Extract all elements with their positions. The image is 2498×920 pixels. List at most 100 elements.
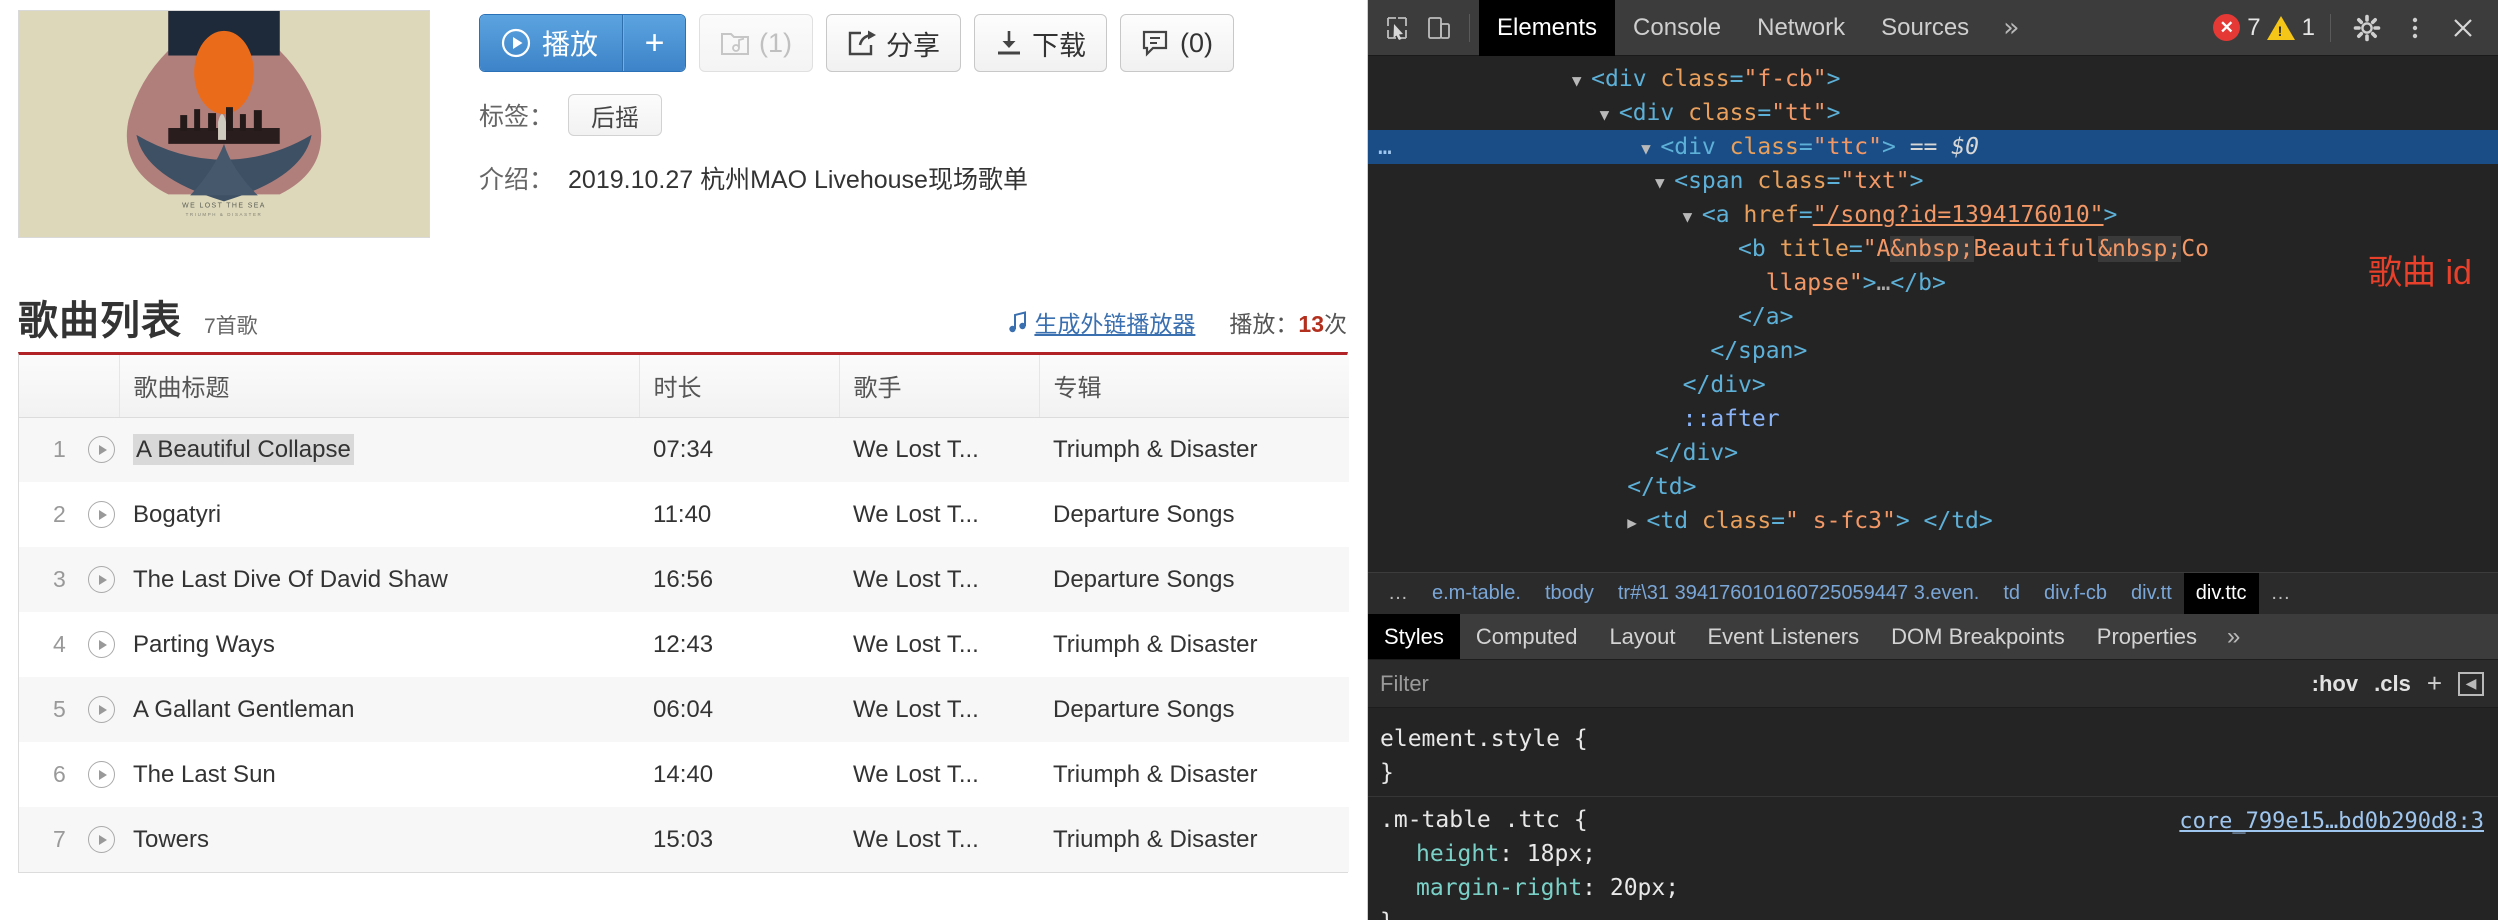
warning-count-badge[interactable]: 1 bbox=[2266, 14, 2315, 42]
inspect-element-icon[interactable] bbox=[1376, 7, 1418, 49]
song-title-cell[interactable]: Towers bbox=[119, 807, 639, 872]
table-row[interactable]: 7 Towers 15:03 We Lost T... Triumph & Disast… bbox=[19, 807, 1349, 872]
new-style-rule-icon[interactable]: + bbox=[2427, 668, 2442, 699]
dom-tree[interactable]: 歌曲 id ▼ <div class="f-cb"> ▼ <div class=… bbox=[1368, 56, 2498, 572]
table-row[interactable]: 4 Parting Ways 12:43 We Lost T... Triumph & … bbox=[19, 612, 1349, 677]
song-title[interactable]: A Beautiful Collapse bbox=[133, 433, 354, 465]
song-title[interactable]: Parting Ways bbox=[133, 631, 275, 658]
song-title-cell[interactable]: Bogatyri bbox=[119, 482, 639, 547]
breadcrumb-item[interactable]: … bbox=[1376, 573, 1420, 614]
breadcrumb-item[interactable]: tr#\31 394176010160725059447 3.even. bbox=[1606, 573, 1991, 614]
dom-node-line[interactable]: </td> bbox=[1368, 470, 2498, 504]
tab-sources[interactable]: Sources bbox=[1863, 0, 1987, 56]
song-artist[interactable]: We Lost T... bbox=[839, 612, 1039, 677]
breadcrumb-item[interactable]: div.f-cb bbox=[2032, 573, 2119, 614]
dom-node-line[interactable]: ▼ <div class="tt"> bbox=[1368, 96, 2498, 130]
dom-node-line[interactable]: … ▼ <div class="ttc"> == $0 bbox=[1368, 130, 2498, 164]
song-title[interactable]: The Last Sun bbox=[133, 761, 276, 788]
styles-filter-input[interactable] bbox=[1380, 670, 2312, 697]
song-album[interactable]: Departure Songs bbox=[1039, 677, 1349, 742]
song-title[interactable]: The Last Dive Of David Shaw bbox=[133, 566, 448, 593]
row-play-icon[interactable] bbox=[87, 631, 115, 658]
row-play-icon[interactable] bbox=[87, 826, 115, 853]
song-album[interactable]: Triumph & Disaster bbox=[1039, 742, 1349, 807]
css-rule[interactable]: core_799e15…bd0b290d8:3 .m-table .ttc {he… bbox=[1368, 797, 2498, 920]
song-album[interactable]: Departure Songs bbox=[1039, 482, 1349, 547]
breadcrumb-item[interactable]: … bbox=[2259, 573, 2303, 614]
breadcrumb-item[interactable]: tbody bbox=[1533, 573, 1606, 614]
generate-external-player-link[interactable]: 生成外链播放器 bbox=[1008, 305, 1195, 339]
tab-elements[interactable]: Elements bbox=[1479, 0, 1616, 56]
song-album[interactable]: Departure Songs bbox=[1039, 547, 1349, 612]
css-rule[interactable]: element.style {} bbox=[1368, 716, 2498, 797]
song-album[interactable]: Triumph & Disaster bbox=[1039, 612, 1349, 677]
style-tab-dom-breakpoints[interactable]: DOM Breakpoints bbox=[1875, 614, 2081, 659]
breadcrumb-item[interactable]: td bbox=[1991, 573, 2032, 614]
song-title-cell[interactable]: A Beautiful Collapse bbox=[119, 417, 639, 482]
table-row[interactable]: 2 Bogatyri 11:40 We Lost T... Departure Song… bbox=[19, 482, 1349, 547]
css-rule-source[interactable]: core_799e15…bd0b290d8:3 bbox=[2179, 805, 2484, 839]
css-declaration[interactable]: margin-right: 20px; bbox=[1380, 871, 2498, 905]
play-button[interactable]: 播放 bbox=[480, 15, 624, 71]
song-title[interactable]: A Gallant Gentleman bbox=[133, 696, 354, 723]
song-artist[interactable]: We Lost T... bbox=[839, 482, 1039, 547]
song-artist[interactable]: We Lost T... bbox=[839, 742, 1039, 807]
comment-button[interactable]: (0) bbox=[1120, 14, 1235, 72]
style-tab-styles[interactable]: Styles bbox=[1368, 614, 1460, 659]
tab-console[interactable]: Console bbox=[1615, 0, 1739, 56]
row-play-icon[interactable] bbox=[87, 761, 115, 788]
tab-network[interactable]: Network bbox=[1739, 0, 1863, 56]
table-row[interactable]: 3 The Last Dive Of David Shaw 16:56 We Lost… bbox=[19, 547, 1349, 612]
add-to-playlist-button[interactable]: + bbox=[623, 15, 686, 71]
song-title[interactable]: Bogatyri bbox=[133, 501, 221, 528]
gear-icon[interactable] bbox=[2346, 7, 2388, 49]
table-row[interactable]: 6 The Last Sun 14:40 We Lost T... Triumph & … bbox=[19, 742, 1349, 807]
dom-node-line[interactable]: ▶ <td class=" s-fc3"> </td> bbox=[1368, 504, 2498, 538]
dom-node-line[interactable]: ::after bbox=[1368, 402, 2498, 436]
download-button[interactable]: 下载 bbox=[974, 14, 1108, 72]
dom-node-line[interactable]: </a> bbox=[1368, 300, 2498, 334]
dom-node-line[interactable]: llapse">…</b> bbox=[1368, 266, 2498, 300]
style-tab-event-listeners[interactable]: Event Listeners bbox=[1692, 614, 1876, 659]
device-toolbar-icon[interactable] bbox=[1418, 7, 1460, 49]
row-play-icon[interactable] bbox=[87, 696, 115, 723]
tag-item-houyao[interactable]: 后摇 bbox=[568, 94, 663, 136]
song-title[interactable]: Towers bbox=[133, 826, 209, 853]
style-tab-properties[interactable]: Properties bbox=[2081, 614, 2213, 659]
hov-toggle[interactable]: :hov bbox=[2312, 671, 2358, 697]
styles-rules-list[interactable]: element.style {} core_799e15…bd0b290d8:3.… bbox=[1368, 708, 2498, 920]
song-title-cell[interactable]: The Last Sun bbox=[119, 742, 639, 807]
song-title-cell[interactable]: A Gallant Gentleman bbox=[119, 677, 639, 742]
cls-toggle[interactable]: .cls bbox=[2374, 671, 2411, 697]
song-artist[interactable]: We Lost T... bbox=[839, 547, 1039, 612]
breadcrumb-item[interactable]: div.ttc bbox=[2183, 573, 2259, 614]
close-icon[interactable] bbox=[2442, 7, 2484, 49]
song-title-cell[interactable]: The Last Dive Of David Shaw bbox=[119, 547, 639, 612]
song-title-cell[interactable]: Parting Ways bbox=[119, 612, 639, 677]
dom-node-line[interactable]: ▼ <div class="f-cb"> bbox=[1368, 62, 2498, 96]
album-cover[interactable]: WE LOST THE SEA TRIUMPH & DISASTER bbox=[18, 10, 430, 238]
css-selector[interactable]: element.style { bbox=[1380, 722, 2498, 756]
dom-node-line[interactable]: </span> bbox=[1368, 334, 2498, 368]
song-album[interactable]: Triumph & Disaster bbox=[1039, 417, 1349, 482]
dom-node-line[interactable]: ▼ <a href="/song?id=1394176010"> bbox=[1368, 198, 2498, 232]
row-play-icon[interactable] bbox=[87, 436, 115, 464]
row-play-icon[interactable] bbox=[87, 501, 115, 528]
style-tab-layout[interactable]: Layout bbox=[1593, 614, 1691, 659]
row-play-icon[interactable] bbox=[87, 566, 115, 593]
breadcrumb-item[interactable]: e.m-table. bbox=[1420, 573, 1533, 614]
dom-node-line[interactable]: ▼ <span class="txt"> bbox=[1368, 164, 2498, 198]
dom-node-line[interactable]: </div> bbox=[1368, 436, 2498, 470]
dom-node-line[interactable]: <b title="A&nbsp;Beautiful&nbsp;Co bbox=[1368, 232, 2498, 266]
song-artist[interactable]: We Lost T... bbox=[839, 807, 1039, 872]
more-tabs-icon[interactable]: » bbox=[1987, 13, 2035, 43]
css-declaration[interactable]: height: 18px; bbox=[1380, 837, 2498, 871]
toggle-sidebar-icon[interactable]: ◀ bbox=[2458, 671, 2484, 696]
style-tab-computed[interactable]: Computed bbox=[1460, 614, 1594, 659]
dom-node-line[interactable]: </div> bbox=[1368, 368, 2498, 402]
song-artist[interactable]: We Lost T... bbox=[839, 677, 1039, 742]
breadcrumb-item[interactable]: div.tt bbox=[2119, 573, 2184, 614]
style-tabs-more-icon[interactable]: » bbox=[2213, 623, 2254, 651]
kebab-menu-icon[interactable] bbox=[2394, 7, 2436, 49]
table-row[interactable]: 1 A Beautiful Collapse 07:34 We Lost T... Tr… bbox=[19, 417, 1349, 482]
